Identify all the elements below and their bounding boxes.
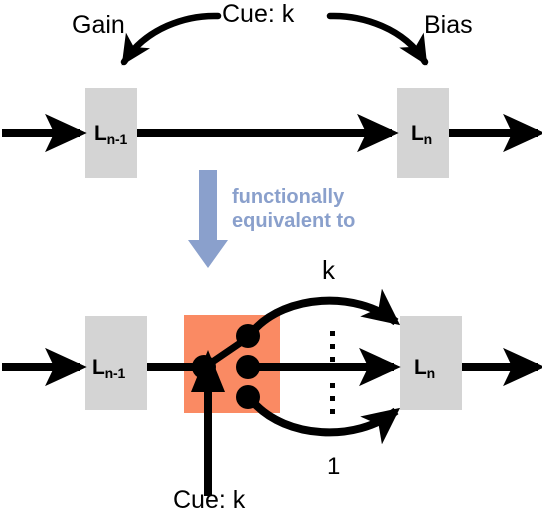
- bottom-layer-next-subscript: n: [426, 365, 436, 381]
- diagram-canvas: Cue: k Gain Bias Ln-1 Ln functionally eq…: [0, 0, 542, 520]
- top-layer-next-subscript: n: [423, 131, 433, 147]
- top-cue-label: Cue: k: [222, 0, 295, 28]
- lower-ellipsis-icon: [330, 383, 335, 422]
- bottom-layer-prev-label: Ln-1: [92, 356, 126, 381]
- bottom-layer-next-label: Ln: [414, 356, 436, 381]
- top-layer-next-label: Ln: [411, 122, 433, 147]
- bias-label: Bias: [424, 11, 473, 39]
- gain-label: Gain: [72, 11, 125, 39]
- gain-cue-curve: [120, 12, 222, 66]
- top-path-gain-label: k: [322, 255, 335, 285]
- bias-cue-curve: [326, 12, 429, 66]
- upper-ellipsis-icon: [330, 331, 335, 370]
- top-layer-prev-text: L: [94, 122, 107, 145]
- switch-box: [184, 315, 280, 413]
- bottom-cue-label: Cue: k: [173, 486, 246, 514]
- equivalence-label: functionally equivalent to: [232, 186, 356, 232]
- top-layer-prev-subscript: n-1: [106, 131, 128, 147]
- equivalence-arrow: [188, 170, 228, 268]
- diagram-vectors: [2, 12, 542, 496]
- bottom-layer-next-text: L: [414, 356, 427, 379]
- bottom-layer-prev-subscript: n-1: [104, 365, 126, 381]
- bottom-path-gain-label: 1: [327, 453, 341, 480]
- bottom-layer-prev-text: L: [92, 356, 105, 379]
- top-layer-prev-label: Ln-1: [94, 122, 128, 147]
- top-layer-next-text: L: [411, 122, 424, 145]
